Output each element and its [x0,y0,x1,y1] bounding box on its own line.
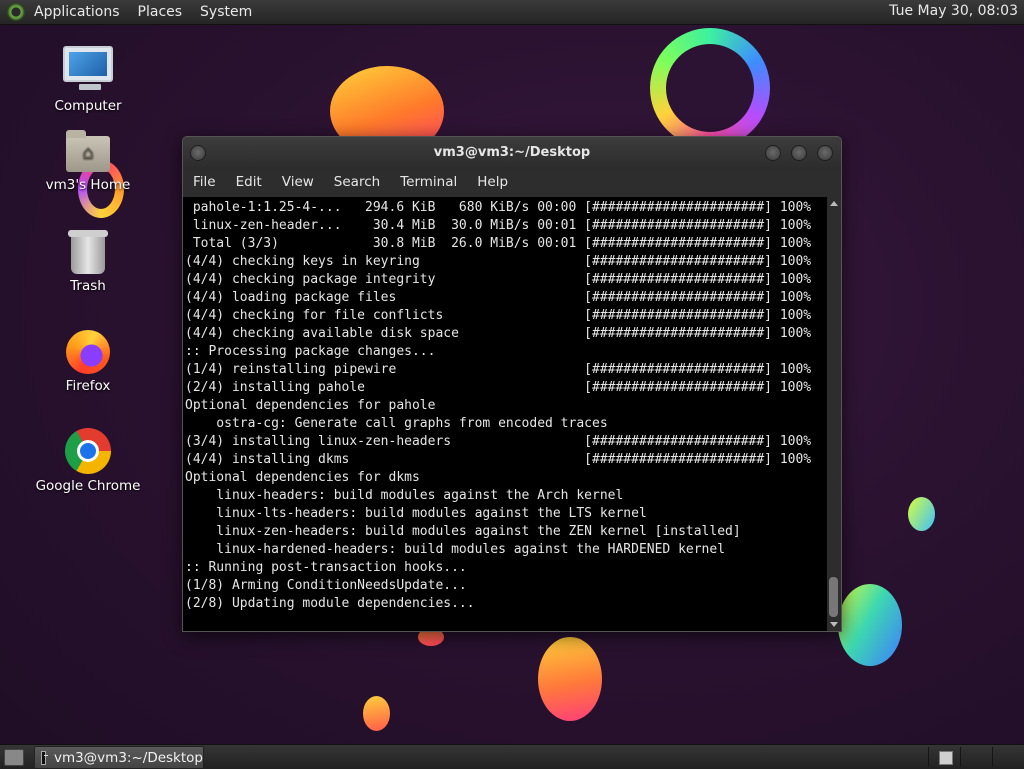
workspace-2[interactable] [960,747,993,767]
terminal-icon [41,750,48,765]
menu-places[interactable]: Places [138,4,183,20]
terminal-line: :: Running post-transaction hooks... [185,560,467,575]
menu-system[interactable]: System [200,4,252,20]
desktop-icon-label: Google Chrome [35,478,141,494]
desktop-icon-chrome[interactable]: Google Chrome [33,428,143,494]
terminal-text: pahole-1:1.25-4-... 294.6 KiB 680 KiB/s … [183,197,827,613]
terminal-line: linux-headers: build modules against the… [216,488,624,503]
wallpaper-ring [650,28,770,148]
distro-logo-icon[interactable] [7,3,25,21]
scroll-up-icon[interactable] [830,201,838,206]
terminal-line: (4/4) checking package integrity [######… [185,272,812,287]
taskbar-task-label: vm3@vm3:~/Desktop [53,749,203,766]
menu-view[interactable]: View [282,174,314,190]
desktop-icon-home[interactable]: ⌂ vm3's Home [33,130,143,193]
minimize-button[interactable] [765,145,781,161]
terminal-line: (1/8) Arming ConditionNeedsUpdate... [185,578,467,593]
desktop-icon-label: Computer [54,98,122,114]
terminal-menubar: File Edit View Search Terminal Help [183,169,841,195]
terminal-line: linux-lts-headers: build modules against… [216,506,647,521]
workspace-1[interactable] [928,747,961,767]
desktop-icon-label: Trash [70,278,106,294]
computer-icon [63,46,113,90]
terminal-line: (4/4) installing dkms [#################… [185,452,812,467]
window-titlebar[interactable]: vm3@vm3:~/Desktop [183,137,841,169]
terminal-line: (2/8) Updating module dependencies... [185,596,475,611]
wallpaper-small-green-bubble [908,497,935,531]
terminal-line: Optional dependencies for pahole [185,398,436,413]
terminal-line: (4/4) checking keys in keyring [########… [185,254,812,269]
chrome-icon [65,428,111,474]
menu-terminal[interactable]: Terminal [400,174,457,190]
scroll-down-icon[interactable] [830,622,838,627]
terminal-line: :: Processing package changes... [185,344,436,359]
terminal-line: (1/4) reinstalling pipewire [###########… [185,362,812,377]
terminal-line: Optional dependencies for dkms [185,470,420,485]
terminal-line: (2/4) installing pahole [###############… [185,380,812,395]
taskbar-terminal-button[interactable]: vm3@vm3:~/Desktop [34,746,204,769]
menu-applications[interactable]: Applications [34,4,120,20]
menu-help[interactable]: Help [477,174,508,190]
terminal-output[interactable]: pahole-1:1.25-4-... 294.6 KiB 680 KiB/s … [183,197,827,631]
desktop-icon-label: vm3's Home [45,177,131,193]
terminal-line: (4/4) checking available disk space [###… [185,326,812,341]
terminal-line: (4/4) checking for file conflicts [#####… [185,308,812,323]
wallpaper-green-bubble [838,584,902,666]
wallpaper-tiny-bubble [363,696,390,731]
menu-search[interactable]: Search [334,174,380,190]
workspace-window-icon [939,751,953,765]
firefox-icon [66,330,110,374]
terminal-line: Total (3/3) 30.8 MiB 26.0 MiB/s 00:01 [#… [192,236,812,251]
terminal-line: linux-zen-header... 30.4 MiB 30.0 MiB/s … [192,218,812,233]
desktop-icon-trash[interactable]: Trash [33,230,143,294]
house-icon: ⌂ [82,142,94,163]
terminal-line: (3/4) installing linux-zen-headers [####… [185,434,812,449]
top-panel: Applications Places System Tue May 30, 0… [0,0,1024,25]
workspace-3[interactable] [992,747,1024,767]
terminal-line: pahole-1:1.25-4-... 294.6 KiB 680 KiB/s … [192,200,812,215]
wallpaper-bottom-bubble [538,637,602,721]
window-menu-button[interactable] [190,145,206,161]
menu-file[interactable]: File [193,174,216,190]
menu-edit[interactable]: Edit [236,174,262,190]
bottom-panel: vm3@vm3:~/Desktop [0,744,1024,769]
close-button[interactable] [817,145,833,161]
scrollbar-thumb[interactable] [829,577,838,617]
show-desktop-icon[interactable] [4,749,24,766]
terminal-scrollbar[interactable] [827,197,841,631]
window-title: vm3@vm3:~/Desktop [433,145,591,160]
home-folder-icon: ⌂ [66,130,110,172]
terminal-line: ostra-cg: Generate call graphs from enco… [216,416,608,431]
maximize-button[interactable] [791,145,807,161]
terminal-line: linux-zen-headers: build modules against… [216,524,741,539]
desktop-icon-computer[interactable]: Computer [33,46,143,114]
terminal-line: (4/4) loading package files [###########… [185,290,812,305]
trash-icon [68,230,108,274]
desktop-icon-firefox[interactable]: Firefox [33,330,143,394]
terminal-line: linux-hardened-headers: build modules ag… [216,542,726,557]
terminal-window[interactable]: vm3@vm3:~/Desktop File Edit View Search … [182,136,842,632]
desktop-icon-label: Firefox [65,378,111,394]
panel-clock[interactable]: Tue May 30, 08:03 [889,3,1018,19]
